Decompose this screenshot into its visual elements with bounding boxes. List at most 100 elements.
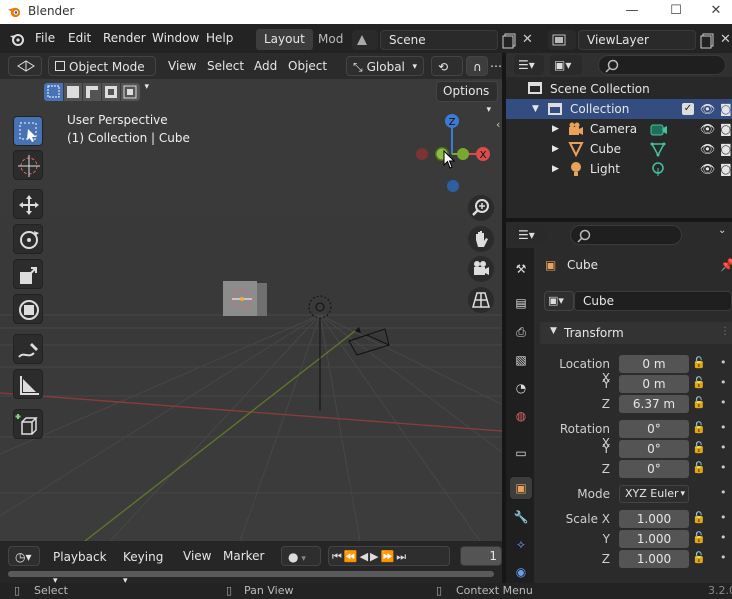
- select-intersect-icon[interactable]: [121, 83, 140, 101]
- camera-object[interactable]: [345, 325, 393, 357]
- sidebar-toggle-icon[interactable]: ‹: [496, 118, 500, 131]
- new-scene-icon[interactable]: [500, 30, 520, 50]
- menu-help[interactable]: Help: [206, 31, 233, 45]
- light-object[interactable]: [304, 293, 336, 413]
- expand-arrow-icon[interactable]: ▶: [552, 139, 559, 159]
- menu-file[interactable]: File: [35, 31, 55, 45]
- visibility-eye-icon[interactable]: 👁: [700, 139, 715, 159]
- keyframe-dot-icon[interactable]: •: [720, 356, 727, 369]
- close-button[interactable]: ✕: [700, 0, 732, 24]
- lock-icon[interactable]: 🔓: [692, 461, 706, 474]
- object-browse-icon[interactable]: ▣▾: [544, 291, 574, 311]
- menu-object[interactable]: Object: [288, 56, 327, 76]
- location-z-field[interactable]: 6.37 m: [619, 395, 689, 413]
- timeline-menu-view[interactable]: View: [183, 546, 211, 566]
- keyframe-dot-icon[interactable]: •: [720, 551, 727, 564]
- properties-editor-type-icon[interactable]: ☰▾: [514, 225, 546, 245]
- render-camera-icon[interactable]: ◙: [720, 119, 732, 139]
- visibility-eye-icon[interactable]: 👁: [700, 159, 715, 179]
- timeline-scrollbar[interactable]: [8, 571, 494, 577]
- world-tab-icon[interactable]: ◍: [510, 405, 532, 427]
- rotation-x-field[interactable]: 0°: [619, 420, 689, 438]
- keyframe-dot-icon[interactable]: •: [720, 421, 727, 434]
- scale-y-field[interactable]: 1.000: [619, 530, 689, 548]
- lock-icon[interactable]: 🔓: [692, 441, 706, 454]
- menu-render[interactable]: Render: [103, 31, 146, 45]
- chevron-down-icon[interactable]: ⌄: [718, 225, 726, 236]
- playback-dropdown[interactable]: Playback ▾: [46, 546, 114, 586]
- snap-toggle-icon[interactable]: ∩: [466, 56, 488, 76]
- expand-arrow-icon[interactable]: ▼: [532, 99, 539, 119]
- timeline-editor-type-icon[interactable]: ◷▾: [8, 546, 40, 566]
- drag-handle-icon[interactable]: ⋮⋮: [720, 326, 732, 337]
- cursor-tool[interactable]: [13, 150, 43, 180]
- pin-icon[interactable]: 📌: [720, 258, 732, 272]
- record-button[interactable]: ● ▾: [281, 546, 321, 566]
- outliner-row-collection[interactable]: ▼ Collection ✓ 👁 ◙: [506, 99, 732, 119]
- lock-icon[interactable]: 🔓: [692, 531, 706, 544]
- options-dropdown[interactable]: Options ▾: [436, 81, 498, 115]
- cube-object[interactable]: [220, 278, 272, 320]
- outliner-search-input[interactable]: [598, 55, 726, 75]
- pivot-point-dropdown[interactable]: ⟲: [431, 56, 463, 76]
- view-layer-tab-icon[interactable]: ▧: [510, 349, 532, 371]
- lock-icon[interactable]: 🔓: [692, 511, 706, 524]
- render-tab-icon[interactable]: ▤: [510, 292, 532, 314]
- timeline-menu-marker[interactable]: Marker: [223, 546, 264, 566]
- lock-icon[interactable]: 🔓: [692, 421, 706, 434]
- current-frame-field[interactable]: 1: [460, 546, 502, 566]
- select-subtract-icon[interactable]: [83, 83, 101, 101]
- measure-tool[interactable]: [13, 369, 43, 399]
- object-name-field[interactable]: Cube: [574, 291, 732, 311]
- keyframe-dot-icon[interactable]: •: [720, 511, 727, 524]
- scale-tool[interactable]: [13, 259, 43, 289]
- scene-browse-icon[interactable]: [352, 30, 378, 50]
- outliner-row-scene-collection[interactable]: Scene Collection: [506, 79, 732, 99]
- display-mode-icon[interactable]: ▣▾: [550, 55, 582, 75]
- keyframe-dot-icon[interactable]: •: [720, 461, 727, 474]
- blender-menu-icon[interactable]: [9, 31, 25, 47]
- render-camera-icon[interactable]: ◙: [720, 159, 732, 179]
- expand-arrow-icon[interactable]: ▶: [552, 119, 559, 139]
- outliner-row-cube[interactable]: ▶ Cube 👁 ◙: [506, 139, 732, 159]
- scale-z-field[interactable]: 1.000: [619, 550, 689, 568]
- scene-tab-icon[interactable]: ◔: [510, 377, 532, 399]
- tab-modeling[interactable]: Mod: [310, 29, 351, 50]
- grid-perspective-icon[interactable]: [468, 287, 494, 313]
- location-x-field[interactable]: 0 m: [619, 355, 689, 373]
- menu-select[interactable]: Select: [207, 56, 244, 76]
- select-box-tool[interactable]: [13, 116, 43, 146]
- snap-settings-icon[interactable]: ⋯: [490, 56, 502, 76]
- select-new-icon[interactable]: [44, 83, 63, 101]
- transform-panel-header[interactable]: ▼ Transform ⋮⋮: [540, 322, 732, 344]
- modifier-tab-icon[interactable]: 🔧: [510, 506, 532, 528]
- particles-tab-icon[interactable]: ⟡: [510, 533, 532, 555]
- menu-add[interactable]: Add: [254, 56, 277, 76]
- new-viewlayer-icon[interactable]: [698, 30, 718, 50]
- scene-name-field[interactable]: Scene: [380, 30, 498, 50]
- tool-tab-icon[interactable]: ⚒: [510, 258, 532, 280]
- transform-tool[interactable]: [13, 294, 43, 324]
- lock-icon[interactable]: 🔓: [692, 396, 706, 409]
- outliner-row-camera[interactable]: ▶ Camera 👁 ◙: [506, 119, 732, 139]
- delete-viewlayer-icon[interactable]: ✕: [720, 30, 732, 50]
- keyframe-dot-icon[interactable]: •: [720, 486, 727, 499]
- minimize-button[interactable]: —: [612, 0, 652, 24]
- pan-hand-icon[interactable]: [468, 226, 494, 252]
- scale-x-field[interactable]: 1.000: [619, 510, 689, 528]
- viewlayer-browse-icon[interactable]: [548, 30, 576, 50]
- properties-search-input[interactable]: [570, 225, 682, 245]
- camera-data-icon[interactable]: [650, 121, 668, 137]
- keyframe-dot-icon[interactable]: •: [720, 531, 727, 544]
- rotation-mode-dropdown[interactable]: XYZ Euler ▾: [619, 485, 689, 503]
- editor-type-button[interactable]: [8, 56, 42, 76]
- physics-tab-icon[interactable]: ◉: [510, 561, 532, 583]
- zoom-icon[interactable]: [468, 195, 494, 221]
- keyframe-dot-icon[interactable]: •: [720, 441, 727, 454]
- lock-icon[interactable]: 🔓: [692, 376, 706, 389]
- menu-edit[interactable]: Edit: [68, 31, 91, 45]
- output-tab-icon[interactable]: ⎙: [510, 321, 532, 343]
- light-data-icon[interactable]: [650, 161, 666, 177]
- render-camera-icon[interactable]: ◙: [720, 99, 732, 119]
- tab-layout[interactable]: Layout: [256, 29, 313, 50]
